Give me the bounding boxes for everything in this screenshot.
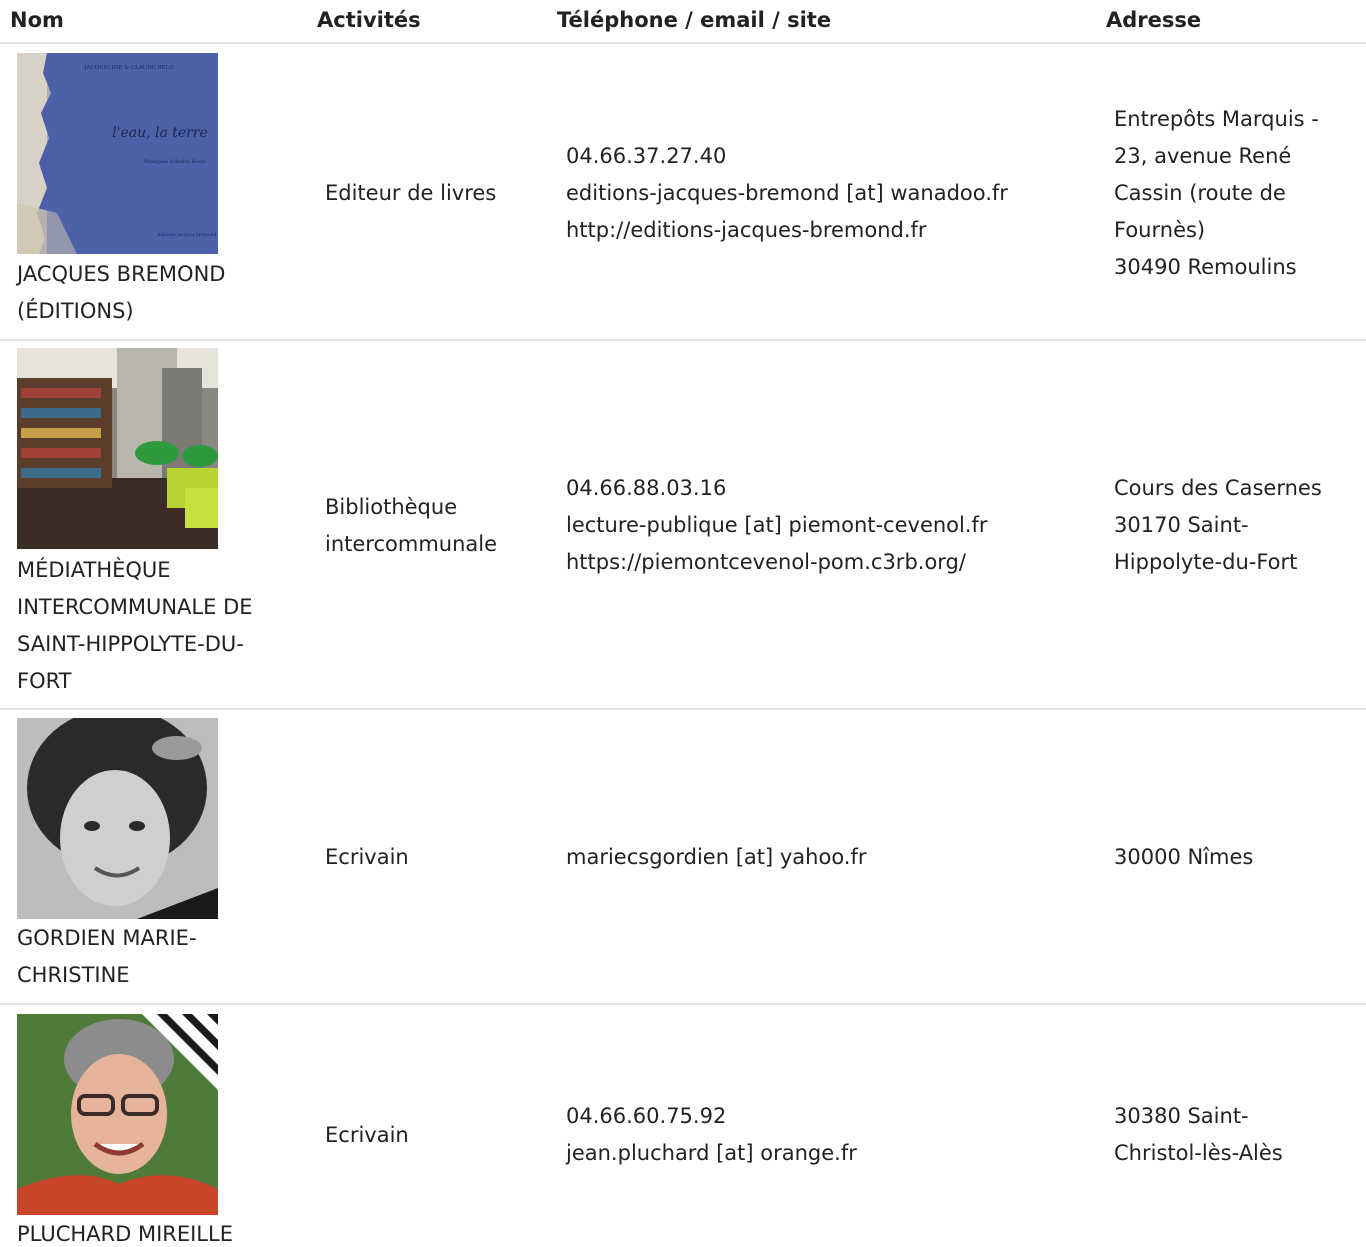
table-row: MÉDIATHÈQUE INTERCOMMUNALE DE SAINT-HIPP… (0, 341, 1366, 710)
header-nom[interactable]: Nom (10, 8, 64, 32)
activity-text: Ecrivain (325, 1123, 409, 1147)
name-cell: PLUCHARD MIREILLE (17, 1216, 302, 1247)
activity-cell: Ecrivain (325, 839, 550, 876)
activity-cell: Ecrivain (325, 1117, 550, 1154)
header-activites[interactable]: Activités (317, 8, 421, 32)
address-line-2: 30170 Saint-Hippolyte-du-Fort (1114, 513, 1298, 574)
entry-name-link[interactable]: GORDIEN MARIE-CHRISTINE (17, 920, 232, 994)
portrait-color-graphic (17, 1014, 218, 1215)
entry-name-link[interactable]: PLUCHARD MIREILLE (17, 1216, 302, 1247)
activity-text: Ecrivain (325, 845, 409, 869)
header-adresse[interactable]: Adresse (1106, 8, 1201, 32)
header-contact[interactable]: Téléphone / email / site (557, 8, 831, 32)
contact-cell: 04.66.60.75.92 jean.pluchard [at] orange… (566, 1098, 1096, 1172)
phone-text: 04.66.37.27.40 (566, 144, 727, 168)
address-line-2: 30000 Nîmes (1114, 845, 1254, 869)
address-cell: Cours des Casernes 30170 Saint-Hippolyte… (1114, 470, 1359, 581)
activity-text: Editeur de livres (325, 181, 497, 205)
phone-text: 04.66.60.75.92 (566, 1104, 727, 1128)
name-cell: JACQUES BREMOND (ÉDITIONS) (17, 256, 302, 330)
address-cell: 30380 Saint-Christol-lès-Alès (1114, 1098, 1359, 1172)
activity-text: Bibliothèque intercommunale (325, 495, 498, 556)
contact-cell: mariecsgordien [at] yahoo.fr (566, 839, 1096, 876)
address-line-1: Cours des Casernes (1114, 476, 1322, 500)
address-line-2: 30490 Remoulins (1114, 255, 1297, 279)
email-text: editions-jacques-bremond [at] wanadoo.fr (566, 181, 1008, 205)
address-line-1: Entrepôts Marquis - 23, avenue René Cass… (1114, 107, 1319, 242)
email-text: jean.pluchard [at] orange.fr (566, 1141, 857, 1165)
portrait-photo-bw[interactable] (17, 718, 218, 919)
book-publisher: éditions jacques bremond (158, 231, 217, 238)
table-row: GORDIEN MARIE-CHRISTINE Ecrivain mariecs… (0, 710, 1366, 1005)
book-cover-graphic: JACQUELINE & CLAUDE BELO l'eau, la terre… (17, 53, 218, 254)
portrait-bw-graphic (17, 718, 218, 919)
entry-name-link[interactable]: JACQUES BREMOND (ÉDITIONS) (17, 256, 277, 330)
phone-text: 04.66.88.03.16 (566, 476, 727, 500)
book-subtitle: Musiques d'André Rosso (144, 158, 207, 165)
activity-cell: Bibliothèque intercommunale (325, 489, 550, 563)
email-text: mariecsgordien [at] yahoo.fr (566, 845, 867, 869)
library-interior-photo[interactable] (17, 348, 218, 549)
book-cover-image[interactable]: JACQUELINE & CLAUDE BELO l'eau, la terre… (17, 53, 218, 254)
table-header: Nom Activités Téléphone / email / site A… (0, 0, 1366, 44)
contact-cell: 04.66.37.27.40 editions-jacques-bremond … (566, 138, 1096, 249)
library-photo-graphic (17, 348, 218, 549)
activity-cell: Editeur de livres (325, 175, 550, 212)
directory-table: Nom Activités Téléphone / email / site A… (0, 0, 1366, 1247)
name-cell: GORDIEN MARIE-CHRISTINE (17, 920, 302, 994)
book-author: JACQUELINE & CLAUDE BELO (83, 65, 174, 71)
email-text: lecture-publique [at] piemont-cevenol.fr (566, 513, 988, 537)
address-cell: 30000 Nîmes (1114, 839, 1359, 876)
table-row: JACQUELINE & CLAUDE BELO l'eau, la terre… (0, 44, 1366, 341)
book-title: l'eau, la terre (112, 125, 208, 141)
website-link[interactable]: http://editions-jacques-bremond.fr (566, 212, 1096, 249)
portrait-photo-color[interactable] (17, 1014, 218, 1215)
name-cell: MÉDIATHÈQUE INTERCOMMUNALE DE SAINT-HIPP… (17, 552, 302, 700)
website-link[interactable]: https://piemontcevenol-pom.c3rb.org/ (566, 544, 1096, 581)
table-row: PLUCHARD MIREILLE Ecrivain 04.66.60.75.9… (0, 1005, 1366, 1247)
address-cell: Entrepôts Marquis - 23, avenue René Cass… (1114, 101, 1359, 286)
contact-cell: 04.66.88.03.16 lecture-publique [at] pie… (566, 470, 1096, 581)
address-line-2: 30380 Saint-Christol-lès-Alès (1114, 1104, 1283, 1165)
entry-name-link[interactable]: MÉDIATHÈQUE INTERCOMMUNALE DE SAINT-HIPP… (17, 552, 297, 700)
